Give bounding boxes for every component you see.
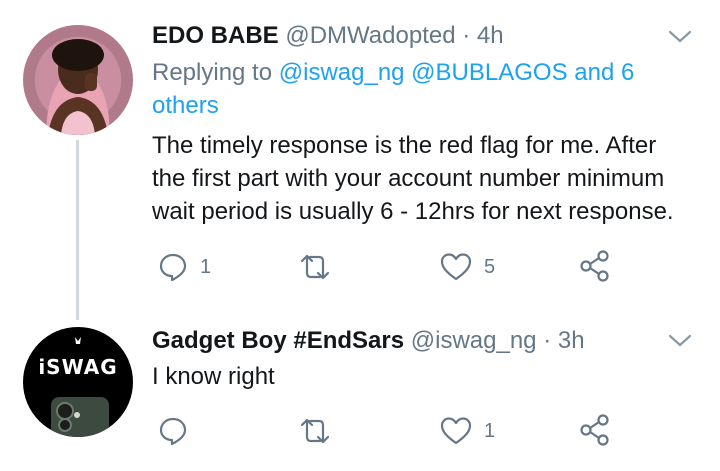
tweet-text-line: The timely response is the red flag for … (152, 132, 657, 159)
replying-to-label: Replying to (152, 59, 273, 86)
avatar[interactable]: iSWAG (23, 327, 133, 437)
avatar[interactable] (23, 25, 133, 135)
retweet-button[interactable] (298, 253, 344, 281)
reply-icon (159, 417, 187, 446)
replying-to: Replying to @iswag_ng @BUBLAGOS and 6 ot… (152, 56, 692, 122)
tweet-text-line: wait period is usually 6 - 12hrs for nex… (152, 198, 674, 225)
retweet-icon (300, 254, 330, 280)
separator-dot: · (543, 327, 552, 354)
like-button[interactable]: 1 (440, 416, 495, 446)
profile-photo (48, 39, 108, 135)
share-button[interactable] (580, 414, 610, 446)
retweet-button[interactable] (298, 417, 344, 445)
share-button[interactable] (580, 250, 610, 282)
retweet-icon (300, 418, 330, 444)
like-count: 1 (484, 419, 496, 442)
tweet-header: EDO BABE @DMWadopted · 4h (152, 22, 504, 50)
tweet-gadget-boy[interactable]: iSWAG Gadget Boy #EndSars @iswag_ng · 3h… (0, 310, 720, 471)
share-icon (580, 250, 609, 282)
like-icon (440, 253, 472, 281)
iswag-logo (51, 337, 109, 437)
display-name[interactable]: Gadget Boy #EndSars (152, 327, 404, 354)
tweet-text-line: I know right (152, 363, 275, 390)
chevron-down-icon[interactable] (668, 30, 692, 49)
display-name[interactable]: EDO BABE (152, 22, 279, 49)
chevron-down-icon[interactable] (668, 334, 692, 353)
handle[interactable]: @DMWadopted (285, 22, 455, 49)
reply-button[interactable] (158, 416, 200, 446)
tweet-text-line: the first part with your account number … (152, 165, 665, 192)
reply-button[interactable]: 1 (158, 252, 211, 282)
iswag-logo-text: iSWAG (38, 355, 118, 379)
tweet-header: Gadget Boy #EndSars @iswag_ng · 3h (152, 327, 585, 355)
tweet-text: The timely response is the red flag for … (152, 129, 712, 228)
timestamp[interactable]: 4h (477, 22, 504, 49)
separator-dot: · (462, 22, 471, 49)
like-count: 5 (484, 255, 496, 278)
replying-mentions[interactable]: @iswag_ng @BUBLAGOS and 6 (279, 59, 635, 86)
replying-others-link[interactable]: others (152, 89, 692, 122)
tweet-text: I know right (152, 360, 712, 393)
share-icon (580, 414, 609, 446)
reply-count: 1 (200, 255, 212, 278)
like-icon (440, 417, 472, 445)
tweet-edo-babe[interactable]: EDO BABE @DMWadopted · 4h Replying to @i… (0, 0, 720, 310)
handle[interactable]: @iswag_ng (411, 327, 537, 354)
reply-icon (159, 253, 187, 282)
like-button[interactable]: 5 (440, 252, 495, 282)
timestamp[interactable]: 3h (558, 327, 585, 354)
